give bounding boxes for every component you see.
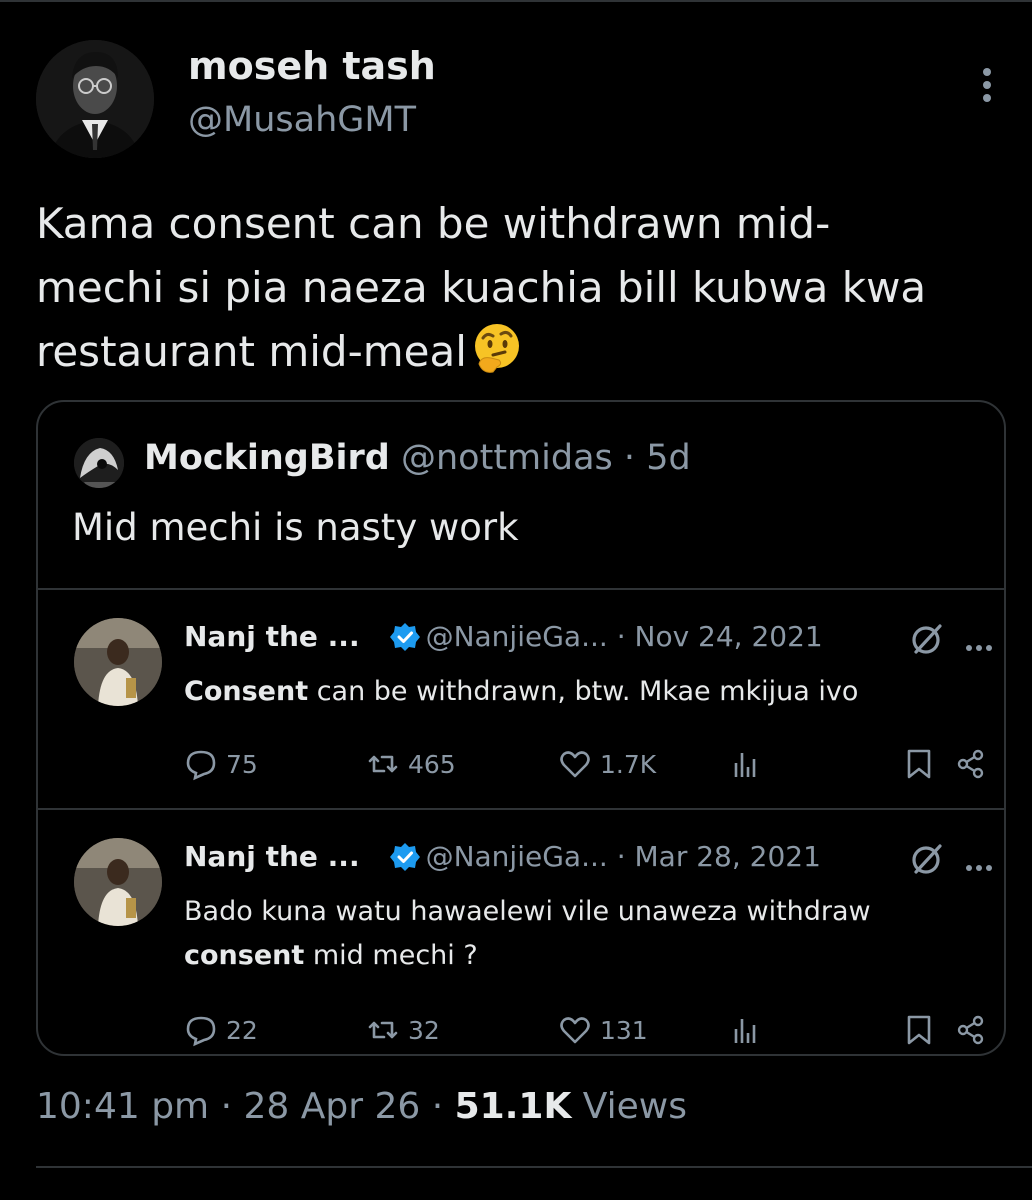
like-button[interactable]: 1.7K (558, 744, 656, 784)
views-button[interactable] (728, 744, 770, 784)
author-avatar[interactable] (36, 40, 154, 158)
top-divider (0, 0, 1032, 2)
embedded-avatar[interactable] (74, 618, 162, 706)
share-button[interactable] (954, 1010, 996, 1050)
embedded-author-handle[interactable]: @NanjieGa... (426, 620, 608, 653)
heart-icon (560, 1017, 590, 1044)
embedded-header: Nanj the ... @NanjieGa... · Mar 28, 2021 (184, 840, 821, 873)
embedded-action-bar: 75 465 1.7K (184, 744, 984, 784)
verified-badge-icon (389, 843, 420, 871)
bookmark-button[interactable] (902, 744, 944, 784)
quoted-age[interactable]: 5d (646, 438, 691, 478)
like-count: 1.7K (600, 749, 657, 779)
tweet-date[interactable]: 28 Apr 26 (243, 1086, 420, 1127)
author-name[interactable]: moseh tash (188, 44, 436, 88)
quoted-text: Mid mechi is nasty work (72, 506, 519, 549)
tweet-meta: 10:41 pm · 28 Apr 26 · 51.1K Views (36, 1086, 687, 1127)
embedded-header: Nanj the ... @NanjieGa... · Nov 24, 2021 (184, 620, 823, 653)
views-icon (734, 753, 756, 777)
views-button[interactable] (728, 1010, 770, 1050)
reply-count: 75 (226, 749, 258, 779)
quoted-author-avatar[interactable] (74, 438, 124, 488)
bookmark-icon (907, 1015, 931, 1045)
heart-icon (560, 751, 590, 778)
retweet-button[interactable]: 465 (366, 744, 456, 784)
tweet-text: Kama consent can be withdrawn mid-mechi … (36, 192, 936, 384)
embedded-text: Consent can be withdrawn, btw. Mkae mkij… (184, 676, 859, 707)
retweet-icon (368, 1021, 398, 1039)
author-handle[interactable]: @MusahGMT (188, 100, 416, 140)
reply-button[interactable]: 75 (184, 744, 258, 784)
grok-icon[interactable] (910, 842, 944, 876)
thinking-face-icon (474, 324, 519, 373)
reply-count: 22 (226, 1015, 258, 1045)
retweet-button[interactable]: 32 (366, 1010, 440, 1050)
embedded-action-bar: 22 32 131 (184, 1010, 984, 1050)
quoted-header: MockingBird @nottmidas · 5d (144, 438, 691, 478)
like-button[interactable]: 131 (558, 1010, 648, 1050)
embedded-text: Bado kuna watu hawaelewi vile unaweza wi… (184, 896, 871, 971)
share-icon (957, 749, 984, 779)
embedded-date[interactable]: Mar 28, 2021 (635, 840, 821, 873)
more-options-icon[interactable] (966, 856, 996, 871)
embedded-tweet[interactable]: Nanj the ... @NanjieGa... · Mar 28, 2021 … (38, 810, 1004, 1054)
embedded-date[interactable]: Nov 24, 2021 (635, 620, 823, 653)
views-label: Views (582, 1086, 687, 1127)
reply-icon (186, 1016, 216, 1047)
share-button[interactable] (954, 744, 996, 784)
more-options-icon[interactable] (966, 636, 996, 651)
grok-icon[interactable] (910, 622, 944, 656)
verified-badge-icon (389, 623, 420, 651)
embedded-author-handle[interactable]: @NanjieGa... (426, 840, 608, 873)
views-count: 51.1K (454, 1086, 572, 1127)
quoted-tweet-card[interactable]: MockingBird @nottmidas · 5d Mid mechi is… (36, 400, 1006, 1056)
tweet-time[interactable]: 10:41 pm (36, 1086, 209, 1127)
like-count: 131 (600, 1015, 648, 1045)
views-icon (734, 1019, 756, 1043)
more-options-icon[interactable] (972, 68, 1002, 108)
embedded-tweet[interactable]: Nanj the ... @NanjieGa... · Nov 24, 2021 … (38, 590, 1004, 806)
retweet-icon (368, 755, 398, 773)
embedded-author-name[interactable]: Nanj the ... (184, 620, 360, 653)
share-icon (957, 1015, 984, 1045)
reply-icon (186, 750, 216, 781)
retweet-count: 465 (408, 749, 456, 779)
retweet-count: 32 (408, 1015, 440, 1045)
quoted-author-handle[interactable]: @nottmidas (401, 438, 613, 478)
embedded-avatar[interactable] (74, 838, 162, 926)
reply-button[interactable]: 22 (184, 1010, 258, 1050)
quoted-author-name[interactable]: MockingBird (144, 438, 390, 478)
bottom-divider (36, 1166, 1032, 1168)
bookmark-icon (907, 749, 931, 779)
embedded-author-name[interactable]: Nanj the ... (184, 840, 360, 873)
bookmark-button[interactable] (902, 1010, 944, 1050)
